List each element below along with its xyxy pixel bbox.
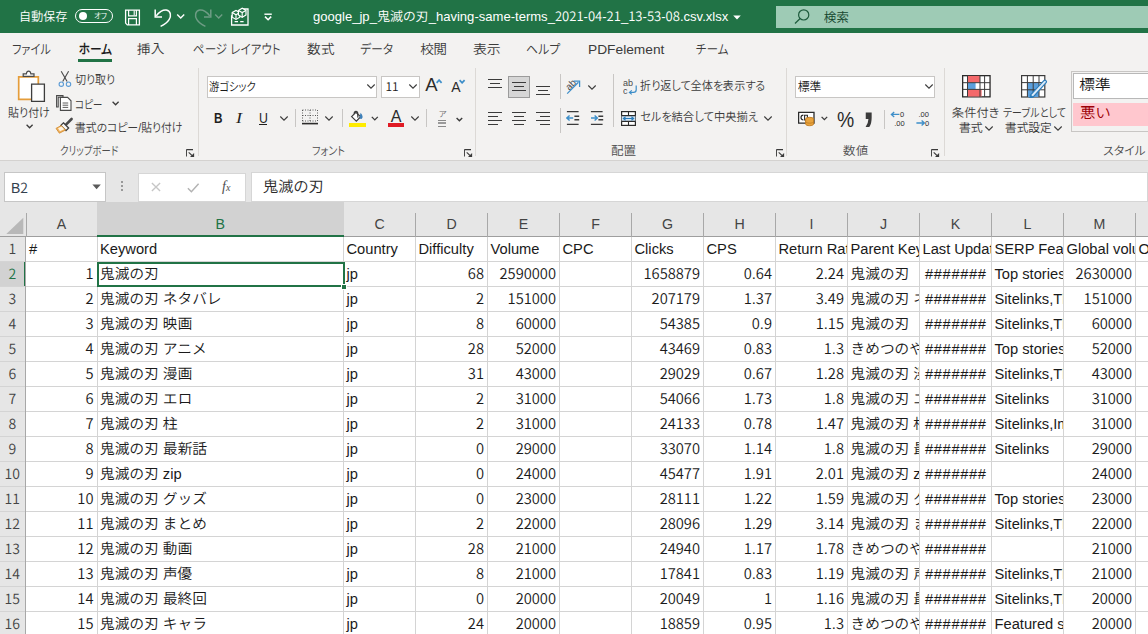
svg-text:0: 0	[925, 119, 929, 127]
svg-text:.00: .00	[894, 119, 904, 127]
svg-text:c: c	[623, 86, 628, 95]
